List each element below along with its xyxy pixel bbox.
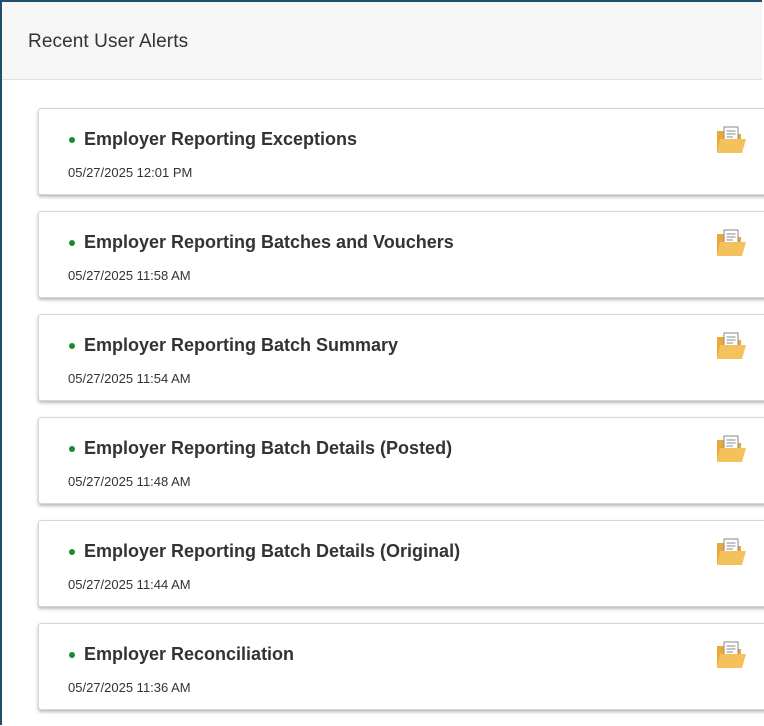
alert-timestamp: 05/27/2025 11:48 AM [68,474,191,489]
alert-title-row: Employer Reporting Batch Details (Posted… [69,438,452,459]
open-folder-icon[interactable] [715,125,747,155]
status-dot-icon [69,651,75,658]
alert-title[interactable]: Employer Reporting Batch Details (Origin… [84,541,460,562]
alert-timestamp: 05/27/2025 11:44 AM [68,577,191,592]
alert-title-row: Employer Reporting Batches and Vouchers [69,232,454,253]
open-folder-icon[interactable] [715,537,747,567]
alert-title-row: Employer Reporting Exceptions [69,129,357,150]
alert-title-row: Employer Reconciliation [69,644,294,665]
open-folder-icon[interactable] [715,228,747,258]
alert-title[interactable]: Employer Reconciliation [84,644,294,665]
alert-timestamp: 05/27/2025 12:01 PM [68,165,193,180]
status-dot-icon [69,136,75,143]
panel-title: Recent User Alerts [28,31,189,52]
alert-card[interactable]: Employer Reporting Batch Details (Posted… [38,417,764,504]
alert-card[interactable]: Employer Reporting Batch Details (Origin… [38,520,764,607]
alert-card[interactable]: Employer Reporting Batches and Vouchers … [38,211,764,298]
status-dot-icon [69,342,75,349]
alert-title[interactable]: Employer Reporting Batch Summary [84,335,398,356]
alert-card[interactable]: Employer Reporting Batch Summary 05/27/2… [38,314,764,401]
alert-title[interactable]: Employer Reporting Exceptions [84,129,357,150]
alert-title-row: Employer Reporting Batch Summary [69,335,398,356]
recent-user-alerts-panel: Recent User Alerts Employer Reporting Ex… [0,0,764,726]
panel-header: Recent User Alerts [2,2,762,80]
alerts-list: Employer Reporting Exceptions 05/27/2025… [38,108,764,726]
open-folder-icon[interactable] [715,434,747,464]
alert-timestamp: 05/27/2025 11:58 AM [68,268,191,283]
alert-timestamp: 05/27/2025 11:36 AM [68,680,191,695]
alert-title-row: Employer Reporting Batch Details (Origin… [69,541,460,562]
alert-title[interactable]: Employer Reporting Batches and Vouchers [84,232,454,253]
alert-timestamp: 05/27/2025 11:54 AM [68,371,191,386]
alert-card[interactable]: Employer Reporting Exceptions 05/27/2025… [38,108,764,195]
open-folder-icon[interactable] [715,331,747,361]
alert-card[interactable]: Employer Reconciliation 05/27/2025 11:36… [38,623,764,710]
alert-title[interactable]: Employer Reporting Batch Details (Posted… [84,438,452,459]
status-dot-icon [69,445,75,452]
status-dot-icon [69,548,75,555]
open-folder-icon[interactable] [715,640,747,670]
status-dot-icon [69,239,75,246]
